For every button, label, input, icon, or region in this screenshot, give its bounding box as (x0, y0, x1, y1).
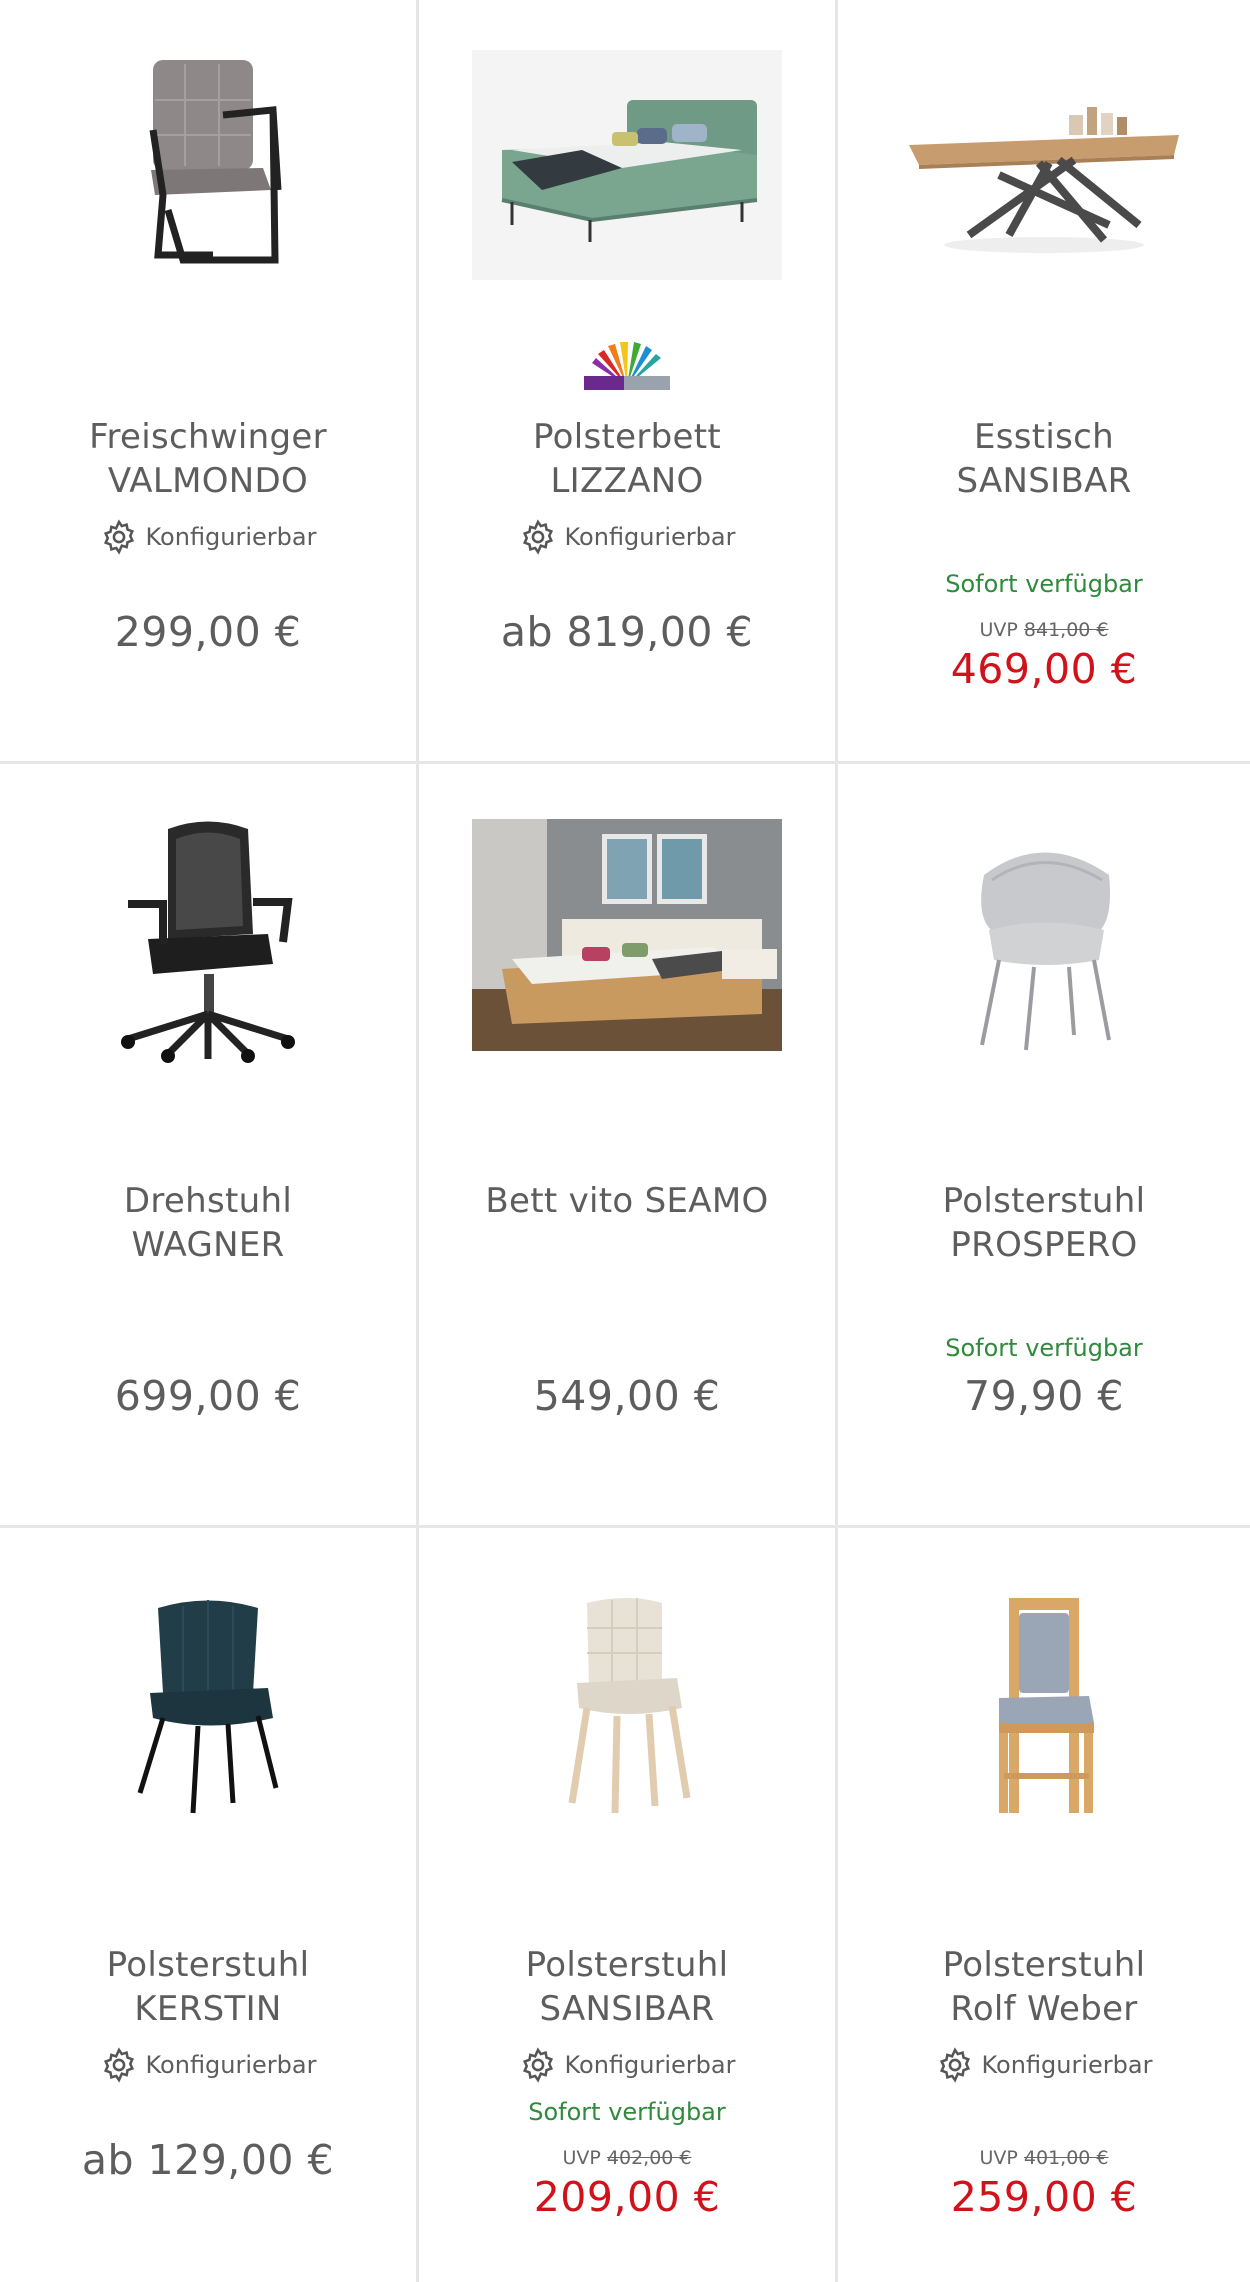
product-title-line2: Rolf Weber (950, 1989, 1138, 2029)
product-tile-seamo[interactable]: Bett vito SEAMO 549,00 € (419, 764, 838, 1528)
product-tile-lizzano[interactable]: Polsterbett LIZZANO Konfigurierbar ab 81… (419, 0, 838, 764)
product-tile-sansibar-table[interactable]: Esstisch SANSIBAR Sofort verfügbar UVP 8… (838, 0, 1250, 764)
product-image[interactable] (419, 819, 835, 1051)
uvp-line: UVP 841,00 € (838, 619, 1250, 641)
gear-icon (522, 2047, 553, 2083)
uvp-line: UVP 402,00 € (419, 2147, 835, 2169)
product-title-line1: Esstisch (973, 417, 1115, 457)
product-title-line1: Freischwinger (89, 417, 327, 457)
product-image[interactable] (0, 1578, 416, 1828)
configurable-badge: Konfigurierbar (0, 518, 416, 556)
gear-icon (103, 2047, 134, 2083)
product-title[interactable]: Bett vito SEAMO (429, 1179, 825, 1223)
product-tile-wagner[interactable]: Drehstuhl WAGNER 699,00 € (0, 764, 419, 1528)
gear-icon (103, 519, 134, 555)
configurable-badge: Konfigurierbar (838, 2046, 1250, 2084)
product-title-line1: Polsterstuhl (942, 1181, 1146, 1221)
product-image[interactable] (419, 1578, 835, 1828)
product-title-line1: Polsterbett (533, 417, 721, 457)
product-title-line1: Polsterstuhl (525, 1945, 729, 1985)
product-price: 699,00 € (114, 1372, 302, 1420)
product-grid: Freischwinger VALMONDO Konfigurierbar 29… (0, 0, 1250, 2282)
uvp-line: UVP 401,00 € (838, 2147, 1250, 2169)
product-title-line1: Polsterstuhl (106, 1945, 310, 1985)
office-chair-image (121, 821, 295, 1063)
product-price: 79,90 € (964, 1372, 1124, 1420)
configurable-label: Konfigurierbar (564, 2051, 736, 2079)
product-title-line2: SANSIBAR (956, 461, 1132, 501)
product-image[interactable] (0, 814, 416, 1064)
sale-price: 469,00 € (950, 645, 1138, 693)
product-title[interactable]: Freischwinger VALMONDO (10, 415, 406, 503)
product-title[interactable]: Esstisch SANSIBAR (848, 415, 1240, 503)
dining-table-image (909, 107, 1179, 253)
uvp-price: 401,00 € (1023, 2147, 1109, 2169)
stock-status: Sofort verfügbar (528, 2098, 726, 2126)
product-title[interactable]: Polsterbett LIZZANO (429, 415, 825, 503)
configurable-label: Konfigurierbar (564, 523, 736, 551)
beige-chair-image (568, 1598, 691, 1814)
cantilever-chair-image (149, 60, 282, 264)
product-title-line2: PROSPERO (950, 1225, 1138, 1265)
product-tile-valmondo[interactable]: Freischwinger VALMONDO Konfigurierbar 29… (0, 0, 419, 764)
configurable-badge: Konfigurierbar (419, 518, 835, 556)
gear-icon (522, 519, 553, 555)
product-title-line1: Polsterstuhl (942, 1945, 1146, 1985)
product-image[interactable] (838, 820, 1250, 1070)
stock-status: Sofort verfügbar (945, 570, 1143, 598)
uvp-label: UVP (562, 2147, 601, 2169)
product-image[interactable] (838, 1578, 1250, 1828)
stock-status: Sofort verfügbar (945, 1334, 1143, 1362)
configurable-badge: Konfigurierbar (419, 2046, 835, 2084)
velvet-chair-image (137, 1600, 279, 1814)
configurable-label: Konfigurierbar (145, 2051, 317, 2079)
product-image[interactable] (838, 40, 1250, 290)
product-title[interactable]: Polsterstuhl SANSIBAR (429, 1943, 825, 2031)
product-title-line1: Bett vito SEAMO (485, 1181, 769, 1221)
product-title-line2: WAGNER (131, 1225, 285, 1265)
gear-icon (939, 2047, 970, 2083)
uvp-price: 841,00 € (1023, 619, 1109, 641)
product-image[interactable] (0, 40, 416, 290)
uvp-label: UVP (979, 619, 1018, 641)
configurable-label: Konfigurierbar (145, 523, 317, 551)
energy-label-icon (584, 342, 670, 390)
product-title[interactable]: Drehstuhl WAGNER (10, 1179, 406, 1267)
product-title-line2: SANSIBAR (539, 1989, 715, 2029)
product-title-line2: LIZZANO (550, 461, 704, 501)
product-title-line1: Drehstuhl (123, 1181, 293, 1221)
configurable-label: Konfigurierbar (981, 2051, 1153, 2079)
product-title[interactable]: Polsterstuhl Rolf Weber (848, 1943, 1240, 2031)
sale-price: 209,00 € (533, 2173, 721, 2221)
product-price: ab 819,00 € (500, 608, 754, 656)
product-tile-kerstin[interactable]: Polsterstuhl KERSTIN Konfigurierbar ab 1… (0, 1528, 419, 2282)
wooden-chair-image (999, 1598, 1094, 1813)
product-title[interactable]: Polsterstuhl PROSPERO (848, 1179, 1240, 1267)
uvp-label: UVP (979, 2147, 1018, 2169)
product-title[interactable]: Polsterstuhl KERSTIN (10, 1943, 406, 2031)
grey-armchair-image (980, 852, 1111, 1051)
product-price: 549,00 € (533, 1372, 721, 1420)
uvp-price: 402,00 € (606, 2147, 692, 2169)
sale-price: 259,00 € (950, 2173, 1138, 2221)
product-title-line2: KERSTIN (134, 1989, 282, 2029)
bedroom-photo-image (472, 819, 782, 1051)
product-price: ab 129,00 € (81, 2136, 335, 2184)
product-title-line2: VALMONDO (107, 461, 309, 501)
product-tile-rolf-weber[interactable]: Polsterstuhl Rolf Weber Konfigurierbar U… (838, 1528, 1250, 2282)
product-tile-prospero[interactable]: Polsterstuhl PROSPERO Sofort verfügbar 7… (838, 764, 1250, 1528)
energy-label-logo (582, 338, 672, 396)
product-tile-sansibar-chair[interactable]: Polsterstuhl SANSIBAR Konfigurierbar Sof… (419, 1528, 838, 2282)
product-image[interactable] (419, 40, 835, 290)
configurable-badge: Konfigurierbar (0, 2046, 416, 2084)
upholstered-bed-image (472, 50, 782, 280)
product-price: 299,00 € (114, 608, 302, 656)
